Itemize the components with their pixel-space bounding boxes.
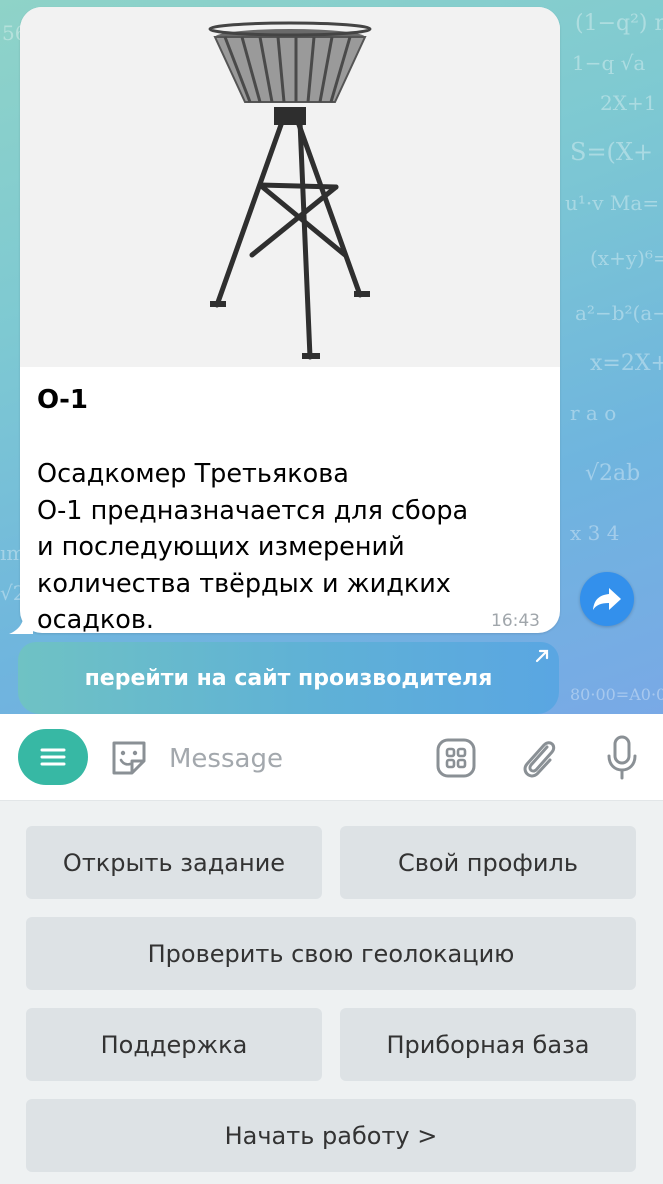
reply-keyboard: Открыть задание Свой профиль Проверить с… [0,801,663,1184]
manufacturer-site-button[interactable]: перейти на сайт производителя [18,642,559,714]
svg-text:2X+1: 2X+1 [600,91,656,115]
message-text: Осадкомер Третьякова О-1 предназначается… [37,459,469,633]
message-composer [0,714,663,801]
attach-paperclip-icon[interactable] [517,735,561,781]
menu-icon [40,748,66,766]
svg-text:√2ab: √2ab [585,461,640,486]
sticker-emoji-icon[interactable] [108,737,150,779]
product-photo[interactable] [20,7,560,367]
start-work-button[interactable]: Начать работу > [26,1099,636,1172]
svg-text:(x+y)⁶=: (x+y)⁶= [590,246,663,270]
message-time: 16:43 [491,611,540,631]
instrument-base-button[interactable]: Приборная база [340,1008,636,1081]
svg-text:x=2X+: x=2X+ [590,351,663,376]
check-geolocation-button[interactable]: Проверить свою геолокацию [26,917,636,990]
svg-text:80·00=A0·0: 80·00=A0·0 [570,685,663,704]
own-profile-button[interactable]: Свой профиль [340,826,636,899]
svg-text:r a o: r a o [570,401,616,425]
svg-text:x 3 4: x 3 4 [570,521,619,545]
support-button[interactable]: Поддержка [26,1008,322,1081]
message-title: О-1 [37,385,88,415]
svg-text:S=(X+: S=(X+ [570,138,653,166]
share-button[interactable] [580,572,634,626]
svg-text:1−q √a: 1−q √a [572,51,645,75]
message-input[interactable] [167,738,421,780]
svg-text:u¹·v Ma=: u¹·v Ma= [565,191,659,215]
external-link-icon [535,649,549,663]
precipitation-gauge-image [208,21,372,360]
bot-commands-icon[interactable] [435,737,477,779]
svg-text:a²−b²(a−b: a²−b²(a−b [575,301,663,325]
bubble-tail [9,612,33,634]
open-task-button[interactable]: Открыть задание [26,826,322,899]
forward-arrow-icon [593,588,621,610]
bot-menu-button[interactable] [18,729,88,785]
svg-text:(1−q²) n: (1−q²) n [575,11,663,36]
message-bubble: О-1 Осадкомер Третьякова О-1 предназнача… [20,7,560,633]
manufacturer-site-label: перейти на сайт производителя [84,665,493,691]
microphone-icon[interactable] [604,734,640,782]
